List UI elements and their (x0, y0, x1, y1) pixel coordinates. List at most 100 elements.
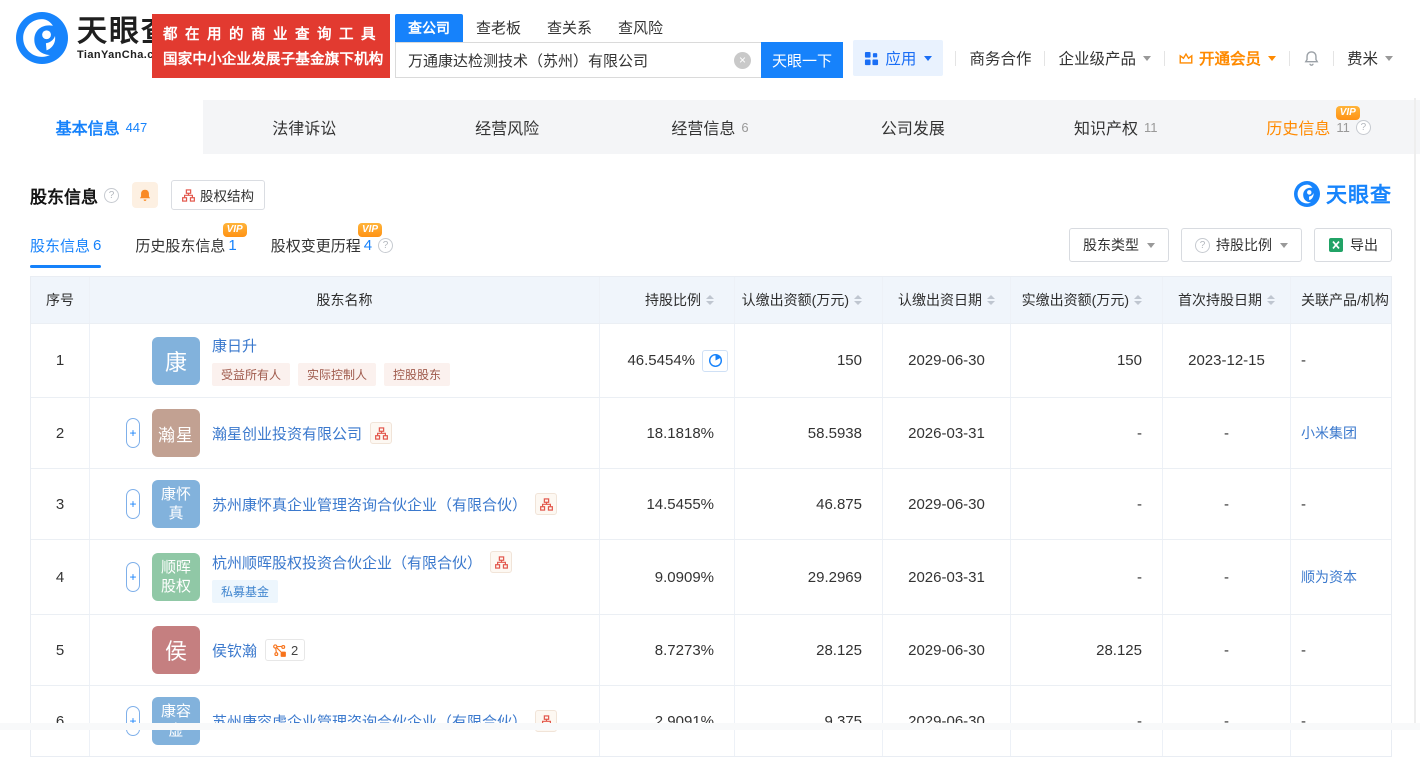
sort-icon[interactable] (706, 295, 714, 305)
table-row: 2 + 瀚星 瀚星创业投资有限公司 18.1818% 58.5938 2026-03-31-… (31, 397, 1391, 468)
watermark-text: 天眼查 (1326, 184, 1392, 207)
cell-paid-amount: - (1010, 540, 1162, 614)
cell-first-holding-date: 2023-12-15 (1162, 324, 1290, 397)
tianyancha-logo[interactable]: 天眼查 TianYanCha.com (16, 12, 173, 64)
tab-count: 447 (125, 119, 148, 135)
cell-index: 1 (31, 324, 89, 397)
subscribe-bell-button[interactable] (132, 182, 158, 208)
related-org-link[interactable]: 顺为资本 (1301, 567, 1357, 587)
column-header: 实缴出资额(万元) (1010, 277, 1162, 323)
cell-subscribed-date: 2029-06-30 (882, 615, 1010, 685)
cell-shareholder-name: 康康日升 受益所有人 实际控制人 控股股东 (89, 324, 599, 397)
watermark-logo: 天眼查 (1294, 179, 1392, 209)
row-index: 3 (55, 495, 65, 513)
sort-icon[interactable] (854, 295, 862, 305)
equity-structure-button[interactable]: 股权结构 (171, 180, 265, 210)
sort-icon[interactable] (1267, 295, 1275, 305)
tab-legal[interactable]: 法律诉讼 (203, 100, 406, 154)
apps-button[interactable]: 应用 (853, 40, 944, 76)
sort-icon[interactable] (1134, 295, 1142, 305)
shareholder-avatar: 顺晖 股权 (152, 553, 200, 601)
tab-basic-info[interactable]: 基本信息 447 (0, 100, 203, 154)
search-tab-risk[interactable]: 查风险 (605, 13, 676, 42)
ratio-filter-button[interactable]: ? 持股比例 (1181, 228, 1302, 262)
cell-first-holding-date: - (1162, 469, 1290, 539)
pie-chart-icon[interactable] (702, 349, 728, 372)
clear-icon[interactable]: × (734, 52, 751, 69)
expand-button[interactable]: + (126, 562, 140, 592)
cell-subscribed-date: 2029-06-30 (882, 324, 1010, 397)
shareholder-name-link[interactable]: 侯钦瀚 (212, 640, 257, 661)
cell-paid-amount: 28.125 (1010, 615, 1162, 685)
shareholder-name-link[interactable]: 苏州康怀真企业管理咨询合伙企业（有限合伙） (212, 494, 527, 515)
nav-enterprise-products[interactable]: 企业级产品 (1045, 47, 1164, 69)
table-row: 3 + 康怀真苏州康怀真企业管理咨询合伙企业（有限合伙） 14.5455% 46.875… (31, 468, 1391, 539)
search-input[interactable] (396, 43, 718, 77)
shareholder-name-link[interactable]: 瀚星创业投资有限公司 (212, 423, 362, 444)
relationship-badge[interactable]: 2 (265, 639, 306, 661)
section-header: 股东信息 ? 股权结构 天眼查 (30, 180, 1392, 210)
tab-history-info[interactable]: 历史信息 11 VIP? (1217, 100, 1420, 154)
search-button[interactable]: 天眼一下 (761, 42, 843, 78)
subtab-label: 历史股东信息 (135, 237, 226, 255)
sort-icon[interactable] (987, 295, 995, 305)
cell-paid-amount: 150 (1010, 324, 1162, 397)
export-button[interactable]: 导出 (1314, 228, 1392, 262)
top-nav: 应用 商务合作 企业级产品 开通会员 费米 (853, 40, 1406, 76)
subtab-label: 股东信息 (30, 237, 91, 255)
ratio-value: 9.0909% (654, 568, 714, 586)
equity-structure-icon[interactable] (370, 422, 393, 444)
help-icon[interactable]: ? (378, 237, 394, 253)
tab-intellectual-property[interactable]: 知识产权 11 (1014, 100, 1217, 154)
shareholder-type-filter-button[interactable]: 股东类型 (1069, 228, 1169, 262)
enterprise-label: 企业级产品 (1058, 51, 1136, 68)
expand-button[interactable]: + (126, 489, 140, 519)
nav-open-vip[interactable]: 开通会员 (1165, 47, 1289, 69)
help-icon: ? (1195, 237, 1210, 253)
related-org-link[interactable]: 小米集团 (1301, 423, 1357, 443)
search-box: × (395, 42, 761, 78)
cell-related-org: - (1290, 686, 1391, 756)
shareholder-name-link[interactable]: 康日升 (212, 335, 257, 356)
expand-button[interactable]: + (126, 418, 140, 448)
equity-structure-icon[interactable] (490, 551, 513, 573)
tab-business-risk[interactable]: 经营风险 (406, 100, 609, 154)
nav-business-cooperation[interactable]: 商务合作 (956, 47, 1044, 69)
subtab-history-shareholders[interactable]: 历史股东信息 1 VIP (135, 222, 247, 256)
subtab-equity-changes[interactable]: 股权变更历程 4 VIP? (271, 222, 394, 256)
crown-icon (1178, 52, 1194, 65)
chevron-down-icon (1147, 242, 1155, 248)
search-tab-boss[interactable]: 查老板 (463, 13, 534, 42)
search-tab-company[interactable]: 查公司 (395, 14, 463, 42)
slogan-line-2: 国家中小企业发展子基金旗下机构 (163, 52, 384, 68)
cell-shareholder-name: + 顺晖 股权 杭州顺晖股权投资合伙企业（有限合伙） 私募基金 (89, 540, 599, 614)
cell-related-org: - (1290, 324, 1391, 397)
cell-index: 6 (31, 686, 89, 756)
scrollbar-track[interactable] (1414, 98, 1416, 730)
org-chart-icon (182, 188, 195, 202)
related-value: - (1301, 495, 1306, 513)
help-icon[interactable]: ? (104, 187, 119, 203)
tab-business-info[interactable]: 经营信息 6 (609, 100, 812, 154)
table-body: 1 康康日升 受益所有人 实际控制人 控股股东 46.5454% 150 2029-06-30… (31, 323, 1391, 756)
cell-subscribed-amount: 9.375 (734, 686, 882, 756)
search-tab-relation[interactable]: 查关系 (534, 13, 605, 42)
cell-related-org: - (1290, 469, 1391, 539)
cell-first-holding-date: - (1162, 398, 1290, 468)
nav-user[interactable]: 费米 (1334, 47, 1406, 69)
subtab-shareholders[interactable]: 股东信息 6 (30, 235, 102, 268)
tianyancha-logo-icon (1294, 181, 1320, 207)
tab-label: 基本信息 (55, 121, 120, 138)
expand-button[interactable]: + (126, 706, 140, 736)
cell-subscribed-amount: 28.125 (734, 615, 882, 685)
cell-paid-amount: - (1010, 398, 1162, 468)
equity-structure-icon[interactable] (535, 493, 558, 515)
tab-company-development[interactable]: 公司发展 (811, 100, 1014, 154)
shareholder-name-link[interactable]: 杭州顺晖股权投资合伙企业（有限合伙） (212, 552, 482, 573)
notification-bell-button[interactable] (1290, 50, 1333, 67)
help-icon[interactable]: ? (1355, 119, 1371, 135)
column-header: 持股比例 (599, 277, 734, 323)
cell-ratio: 9.0909% (599, 540, 734, 614)
chevron-down-icon (1385, 55, 1393, 61)
column-header-label: 股东名称 (316, 292, 373, 308)
